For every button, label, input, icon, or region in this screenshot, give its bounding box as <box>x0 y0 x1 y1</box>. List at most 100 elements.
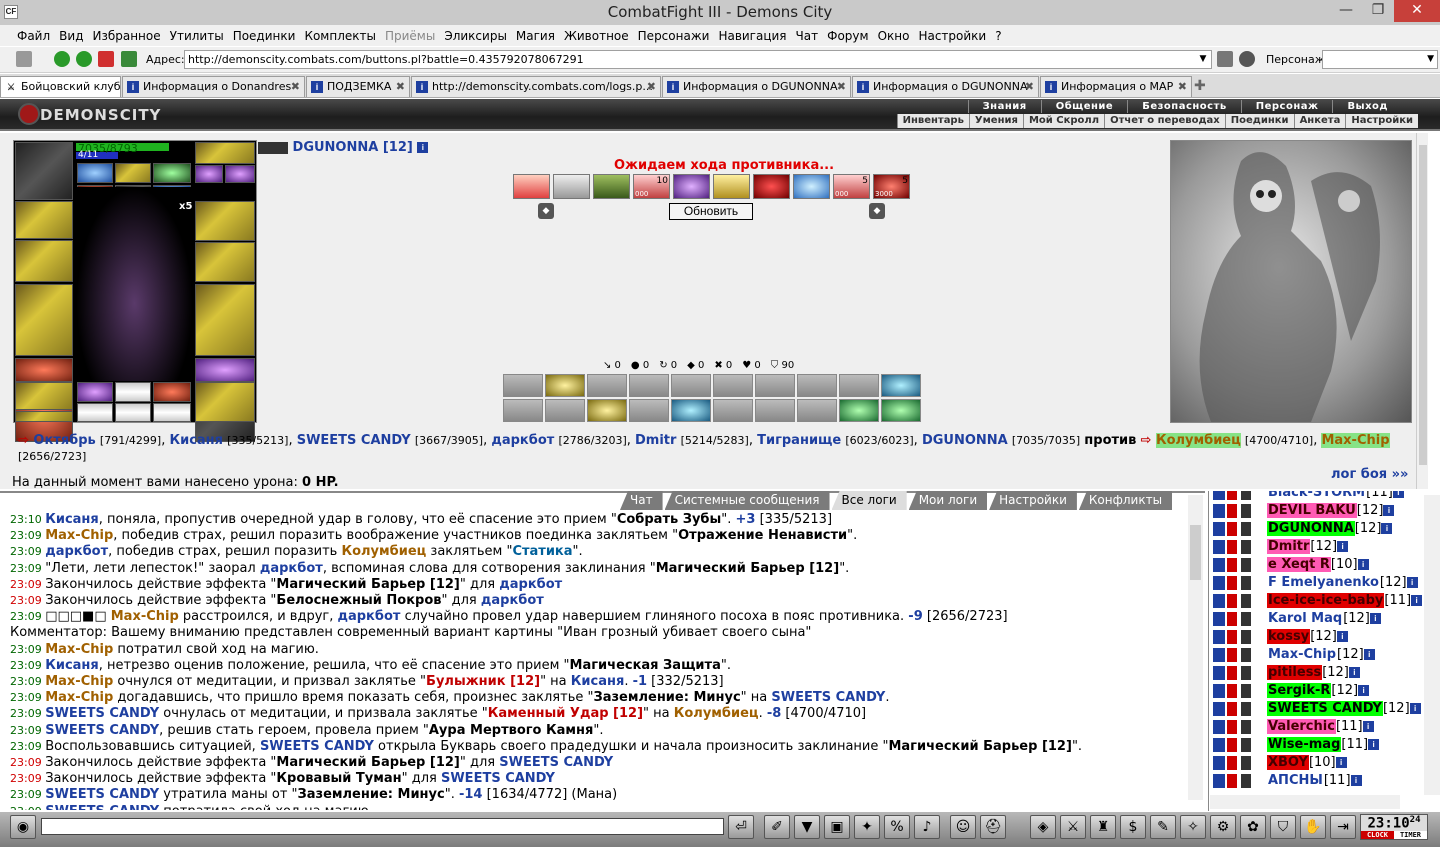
fighter-name[interactable]: Dmitr <box>635 433 676 448</box>
tab-close-icon[interactable]: ✖ <box>1025 77 1034 97</box>
chat-name-link[interactable]: Max-Chip <box>45 690 113 705</box>
action-cell[interactable] <box>671 399 711 422</box>
nav-top-item[interactable]: Знания <box>967 100 1041 113</box>
user-name[interactable]: Black-STORM <box>1267 491 1366 500</box>
user-entry[interactable]: SWEETS CANDY[12] i <box>1213 701 1421 719</box>
scroll-icon[interactable]: ✎ <box>1150 815 1176 839</box>
action-cell[interactable] <box>839 399 879 422</box>
chat-name-link[interactable]: SWEETS CANDY <box>45 706 159 721</box>
nav-sub-item[interactable]: Отчет о переводах <box>1104 114 1225 128</box>
tab-close-icon[interactable]: ✖ <box>647 77 656 97</box>
chevron-down-icon[interactable]: ▼ <box>1196 51 1210 68</box>
inventory-slot[interactable] <box>115 403 151 422</box>
menu-item[interactable]: Чат <box>796 29 819 43</box>
menu-item[interactable]: ? <box>995 29 1001 43</box>
user-entry[interactable]: XBOY[10] i <box>1213 755 1347 773</box>
menu-item[interactable]: Животное <box>564 29 629 43</box>
chat-name-link[interactable]: Max-Chip <box>111 609 179 624</box>
pet-icon[interactable]: ✿ <box>1240 815 1266 839</box>
menu-item[interactable]: Форум <box>827 29 868 43</box>
chat-tab[interactable]: Системные сообщения <box>664 491 830 510</box>
chat-tab[interactable]: Настройки <box>989 491 1077 510</box>
chat-name-link[interactable]: SWEETS CANDY <box>441 771 555 786</box>
inventory-slot[interactable] <box>15 358 73 382</box>
inventory-slot[interactable] <box>77 403 113 422</box>
info-icon[interactable]: i <box>1362 721 1374 732</box>
nav-sub-item[interactable]: Мой Скролл <box>1022 114 1104 128</box>
chat-name-link[interactable]: даркбот <box>260 561 323 576</box>
inventory-slot[interactable] <box>15 284 73 356</box>
inventory-slot[interactable] <box>115 382 151 402</box>
chat-name-link[interactable]: Max-Chip <box>45 642 113 657</box>
browser-tab[interactable]: i Информация о Donandres ✖ <box>122 76 305 97</box>
user-name[interactable]: Sergik-R <box>1267 683 1332 698</box>
nav-sub-item[interactable]: Анкета <box>1293 114 1346 128</box>
menu-item[interactable]: Поединки <box>233 29 296 43</box>
stop-icon[interactable] <box>98 51 114 67</box>
action-cell[interactable] <box>839 374 879 397</box>
info-icon[interactable]: i <box>1363 649 1375 660</box>
fighter-name[interactable]: Октябрь <box>33 433 95 448</box>
user-name[interactable]: kossy <box>1267 629 1311 644</box>
chat-name-link[interactable]: SWEETS CANDY <box>771 690 885 705</box>
user-hscrollbar[interactable] <box>1210 795 1400 809</box>
tab-close-icon[interactable]: ✖ <box>837 77 846 97</box>
nav-sub-item[interactable]: Инвентарь <box>896 114 969 128</box>
chat-name-link[interactable]: Кисаня <box>571 674 625 689</box>
info-icon[interactable]: i <box>1406 577 1418 588</box>
skill-slot[interactable] <box>793 174 830 199</box>
user-name[interactable]: Dmitr <box>1267 539 1311 554</box>
info-icon[interactable]: i <box>1369 613 1381 624</box>
menu-item[interactable]: Комплекты <box>304 29 376 43</box>
chat-name-link[interactable]: Колумбиец <box>341 544 426 559</box>
nav-sub-item[interactable]: Настройки <box>1345 114 1418 128</box>
new-tab-icon[interactable]: ✚ <box>1194 78 1206 94</box>
eraser-icon[interactable]: ✐ <box>764 815 790 839</box>
action-cell[interactable] <box>587 374 627 397</box>
action-cell[interactable] <box>755 374 795 397</box>
menu-item[interactable]: Навигация <box>718 29 786 43</box>
enter-icon[interactable]: ⏎ <box>728 815 754 839</box>
inventory-slot[interactable] <box>195 142 255 164</box>
action-cell[interactable] <box>713 374 753 397</box>
shield-left-icon[interactable]: ◆ <box>538 203 554 219</box>
percent-icon[interactable]: % <box>884 815 910 839</box>
user-entry[interactable]: Black-STORM[11] i <box>1213 491 1404 503</box>
inventory-slot[interactable] <box>195 242 255 282</box>
user-entry[interactable]: Max-Chip[12] i <box>1213 647 1375 665</box>
user-entry[interactable]: pitiless[12] i <box>1213 665 1360 683</box>
user-entry[interactable]: АПСНЫ[11] i <box>1213 773 1362 791</box>
chat-name-link[interactable]: Max-Chip <box>45 528 113 543</box>
people-icon[interactable] <box>1239 51 1255 67</box>
action-cell[interactable] <box>629 399 669 422</box>
forward-icon[interactable] <box>76 51 92 67</box>
user-entry[interactable]: DGUNONNA[12] i <box>1213 521 1393 539</box>
inventory-slot[interactable] <box>153 403 191 422</box>
chat-tab[interactable]: Конфликты <box>1078 491 1173 510</box>
chat-name-link[interactable]: даркбот <box>337 609 400 624</box>
action-cell[interactable] <box>797 399 837 422</box>
action-cell[interactable] <box>629 374 669 397</box>
info-icon[interactable]: i <box>1411 595 1423 606</box>
user-entry[interactable]: DEVIL BAKU[12] i <box>1213 503 1395 521</box>
gear-icon[interactable]: ⚙ <box>1210 815 1236 839</box>
fighter-name[interactable]: DGUNONNA <box>922 433 1008 448</box>
info-icon[interactable]: i <box>1368 739 1380 750</box>
action-cell[interactable] <box>545 399 585 422</box>
back-icon[interactable] <box>54 51 70 67</box>
fighter-name[interactable]: Max-Chip <box>1321 433 1390 448</box>
menu-item[interactable]: Окно <box>878 29 910 43</box>
browser-tab[interactable]: ⚔ Бойцовский клуб <box>0 76 121 97</box>
refresh-icon[interactable] <box>121 51 137 67</box>
chat-name-link[interactable]: Кисаня <box>45 658 99 673</box>
browser-tab[interactable]: i ПОДЗЕМКА ✖ <box>306 76 410 97</box>
chat-name-link[interactable]: Колумбиец <box>674 706 759 721</box>
inventory-slot[interactable] <box>195 165 223 183</box>
skill-slot[interactable] <box>713 174 750 199</box>
chat-name-link[interactable]: даркбот <box>481 593 544 608</box>
inventory-slot[interactable] <box>115 163 151 183</box>
menu-item[interactable]: Избранное <box>92 29 160 43</box>
minimize-icon[interactable]: — <box>1330 0 1362 22</box>
browser-tab[interactable]: i Информация о DGUNONNA ✖ <box>662 76 851 97</box>
chat-scrollbar[interactable] <box>1188 495 1203 800</box>
